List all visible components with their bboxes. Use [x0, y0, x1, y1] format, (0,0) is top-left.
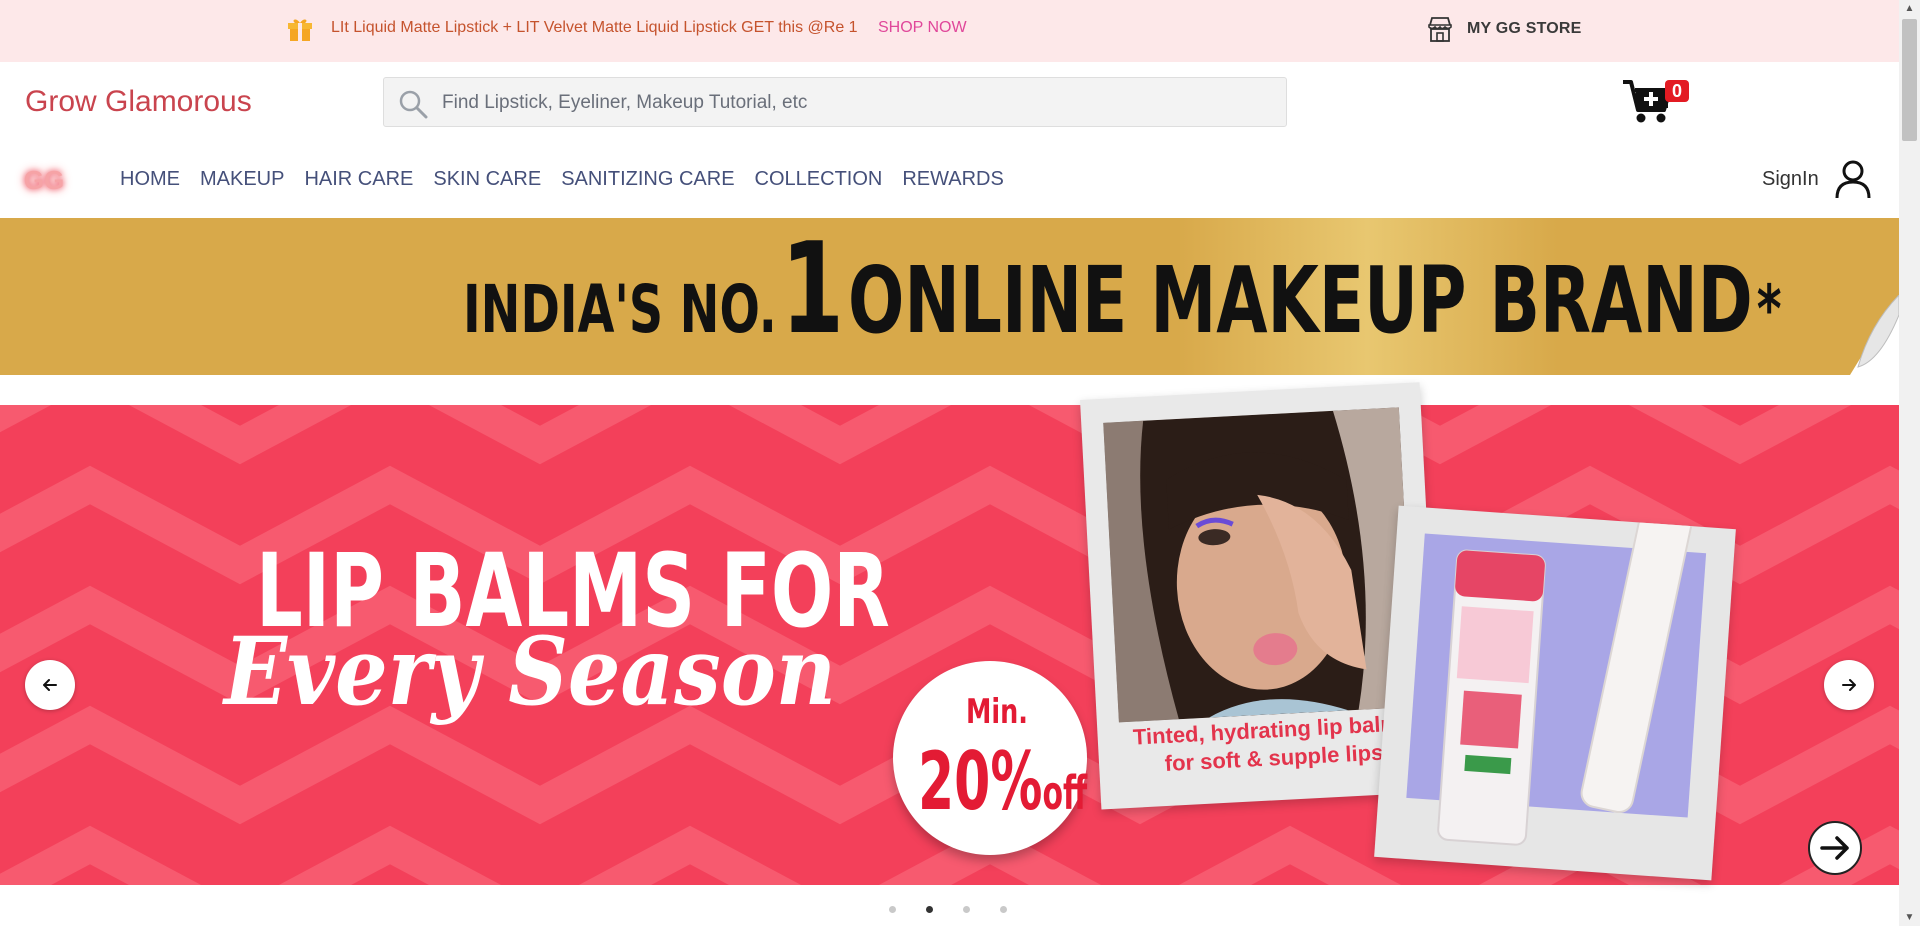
gift-icon — [288, 19, 312, 41]
nav-hair-care[interactable]: HAIR CARE — [304, 168, 413, 191]
product-card — [1374, 505, 1736, 881]
shop-now-link[interactable]: SHOP NOW — [878, 19, 967, 37]
gg-logo[interactable]: GG — [20, 163, 68, 197]
model-photo — [1103, 407, 1415, 723]
arrow-left-icon — [43, 679, 57, 691]
discount-min-label: Min. — [966, 692, 1028, 732]
slider-next-button[interactable] — [1824, 660, 1874, 710]
user-icon[interactable] — [1834, 159, 1872, 199]
nav-collection[interactable]: COLLECTION — [755, 168, 883, 191]
nav-rewards[interactable]: REWARDS — [902, 168, 1003, 191]
nav-home[interactable]: HOME — [120, 168, 180, 191]
search-bar[interactable] — [383, 77, 1287, 128]
slider-pagination — [889, 906, 1007, 913]
main-nav: HOME MAKEUP HAIR CARE SKIN CARE SANITIZI… — [120, 168, 1024, 191]
slider-dot-2[interactable] — [926, 906, 933, 913]
hero-cta-arrow-button[interactable] — [1808, 821, 1862, 875]
scroll-thumb[interactable] — [1902, 19, 1917, 141]
signin-link[interactable]: SignIn — [1762, 168, 1819, 191]
model-illustration — [1103, 407, 1415, 723]
arrow-right-icon — [1820, 836, 1849, 860]
slider-dot-1[interactable] — [889, 906, 896, 913]
nav-skin-care[interactable]: SKIN CARE — [433, 168, 541, 191]
banner-text-part3: ONLINE MAKEUP BRAND — [848, 247, 1753, 354]
slider-prev-button[interactable] — [25, 660, 75, 710]
banner-text-part1: INDIA'S NO. — [463, 271, 777, 348]
discount-off-label: off — [1042, 766, 1088, 820]
discount-percent: 20% — [918, 735, 1043, 828]
slider-dot-4[interactable] — [1000, 906, 1007, 913]
slider-dot-3[interactable] — [963, 906, 970, 913]
brand-logo-text[interactable]: Grow Glamorous — [25, 85, 252, 119]
nav-sanitizing-care[interactable]: SANITIZING CARE — [561, 168, 734, 191]
banner-text-number: 1 — [780, 215, 844, 362]
store-icon[interactable] — [1427, 16, 1453, 43]
promo-bar: LIt Liquid Matte Lipstick + LIT Velvet M… — [0, 0, 1899, 62]
nav-makeup[interactable]: MAKEUP — [200, 168, 284, 191]
discount-value: 20%off — [918, 735, 1087, 828]
search-icon[interactable] — [398, 89, 428, 119]
banner-asterisk: * — [1756, 271, 1782, 348]
my-store-link[interactable]: MY GG STORE — [1467, 20, 1582, 38]
scroll-down-icon[interactable]: ▼ — [1899, 909, 1920, 926]
page-curl-graphic — [1850, 295, 1899, 375]
scroll-up-icon[interactable]: ▲ — [1899, 0, 1920, 17]
promo-text: LIt Liquid Matte Lipstick + LIT Velvet M… — [331, 19, 858, 36]
cart-count-badge[interactable]: 0 — [1665, 80, 1689, 102]
lip-balm-illustration — [1437, 505, 1694, 846]
search-input[interactable] — [440, 78, 1274, 128]
page-scrollbar[interactable]: ▲ ▼ — [1899, 0, 1920, 926]
arrow-right-icon — [1842, 679, 1856, 691]
hero-title-line2: Every Season — [224, 617, 837, 727]
banner-headline: INDIA'S NO. 1 ONLINE MAKEUP BRAND * — [463, 215, 1782, 362]
